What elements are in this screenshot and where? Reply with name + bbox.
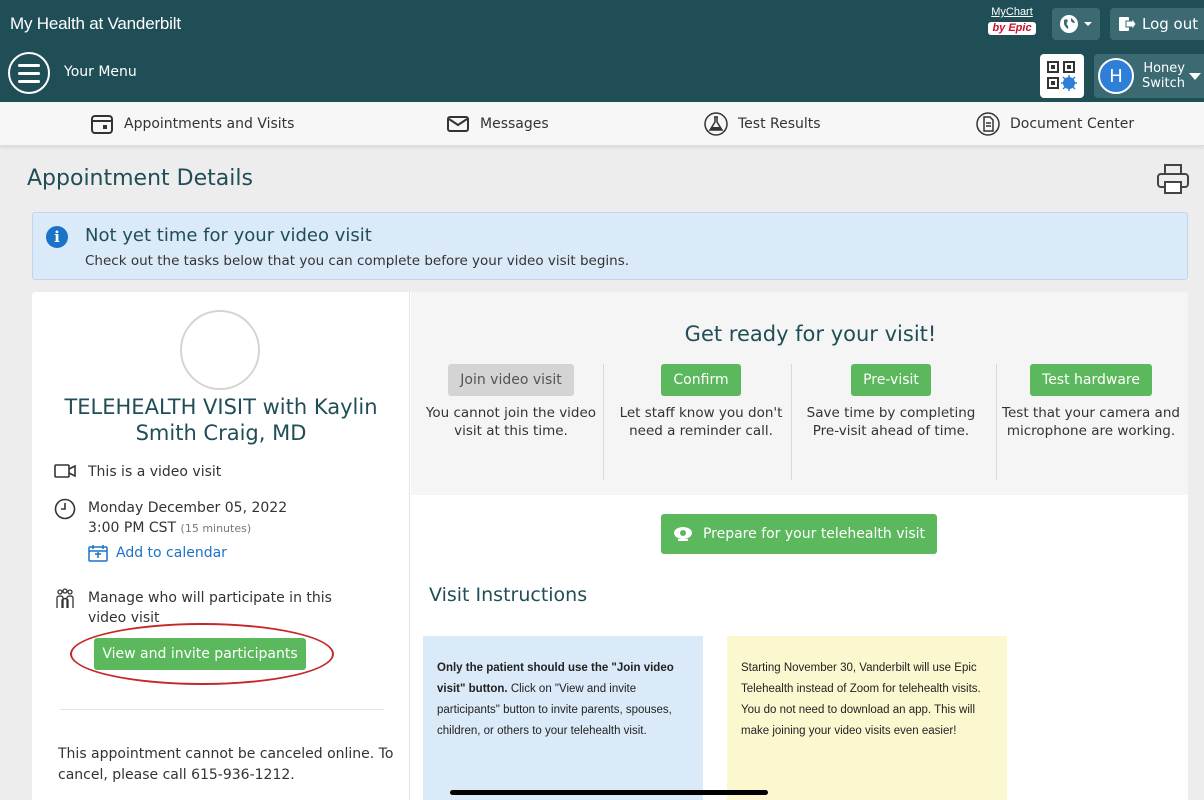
video-visit-text: This is a video visit [88, 464, 222, 480]
language-button[interactable] [1052, 8, 1100, 40]
quick-nav-bar: Appointments and Visits Messages Test Re… [0, 102, 1204, 146]
home-indicator [450, 790, 768, 795]
nav-appointments[interactable]: Appointments and Visits [90, 102, 294, 146]
people-group-icon [54, 588, 76, 628]
logout-button[interactable]: Log out [1110, 8, 1204, 40]
visit-actions-panel: Get ready for your visit! Join video vis… [411, 292, 1188, 800]
step-separator [791, 364, 792, 480]
qr-code-button[interactable] [1040, 54, 1084, 98]
qr-code-icon [1047, 61, 1077, 91]
visit-duration: (15 minutes) [180, 522, 252, 535]
step-previsit: Pre-visit Save time by completing Pre-vi… [801, 362, 981, 440]
step-join-video: Join video visit You cannot join the vid… [421, 362, 601, 440]
video-visit-row: This is a video visit [54, 462, 221, 482]
avatar: H [1098, 58, 1134, 94]
get-ready-title: Get ready for your visit! [684, 322, 937, 346]
alert-title: Not yet time for your video visit [85, 225, 372, 246]
video-camera-icon [54, 462, 76, 482]
nav-document-center[interactable]: Document Center [976, 102, 1134, 146]
visit-summary-panel: TELEHEALTH VISIT with Kaylin Smith Craig… [32, 292, 410, 800]
mychart-logo-text: MyChart [991, 6, 1033, 18]
appointment-card: TELEHEALTH VISIT with Kaylin Smith Craig… [32, 292, 1188, 800]
instruction-epic-text: Starting November 30, Vanderbilt will us… [741, 662, 981, 737]
envelope-icon [446, 112, 470, 136]
calendar-add-icon [88, 545, 108, 562]
add-to-calendar-link[interactable]: Add to calendar [88, 543, 287, 563]
get-ready-panel: Get ready for your visit! Join video vis… [411, 292, 1188, 495]
test-hardware-button[interactable]: Test hardware [1030, 364, 1152, 396]
pre-visit-text: Save time by completing Pre-visit ahead … [806, 405, 976, 439]
step-separator [996, 364, 997, 480]
nav-test-results-label: Test Results [738, 116, 821, 132]
visit-time-line: 3:00 PM CST (15 minutes) [88, 518, 287, 539]
logout-icon [1119, 16, 1136, 32]
step-separator [603, 364, 604, 480]
menu-button[interactable] [8, 52, 50, 94]
info-icon: i [46, 226, 68, 248]
prepare-telehealth-button[interactable]: Prepare for your telehealth visit [661, 514, 937, 554]
epic-logo-text: by Epic [988, 22, 1036, 35]
visit-time: 3:00 PM CST [88, 520, 177, 536]
globe-icon [1060, 15, 1078, 33]
nav-messages-label: Messages [480, 116, 549, 132]
nav-test-results[interactable]: Test Results [704, 102, 821, 146]
confirm-text: Let staff know you don't need a reminder… [619, 405, 783, 439]
top-header: My Health at Vanderbilt MyChart by Epic … [0, 0, 1204, 102]
printer-icon [1157, 164, 1189, 194]
test-hardware-text: Test that your camera and microphone are… [1002, 405, 1180, 439]
user-last-name: Switch [1142, 76, 1185, 91]
datetime-row: Monday December 05, 2022 3:00 PM CST (15… [54, 498, 287, 563]
brand-name[interactable]: My Health at Vanderbilt [10, 14, 181, 34]
nav-appointments-label: Appointments and Visits [124, 116, 295, 132]
confirm-button[interactable]: Confirm [661, 364, 741, 396]
prepare-telehealth-label: Prepare for your telehealth visit [702, 526, 926, 542]
add-to-calendar-label: Add to calendar [116, 545, 227, 561]
step-test-hardware: Test hardware Test that your camera and … [1001, 362, 1181, 440]
mychart-logo: MyChart by Epic [982, 6, 1042, 40]
page-title: Appointment Details [27, 166, 253, 191]
join-video-visit-button[interactable]: Join video visit [448, 364, 574, 396]
provider-photo [180, 310, 260, 390]
datetime-block: Monday December 05, 2022 3:00 PM CST (15… [88, 498, 287, 563]
menu-row: Your Menu H Honey Switch [0, 50, 1204, 102]
user-menu-button[interactable]: H Honey Switch [1094, 54, 1204, 98]
logout-label: Log out [1142, 15, 1199, 33]
info-alert: i Not yet time for your video visit Chec… [32, 212, 1188, 280]
visit-title: TELEHEALTH VISIT with Kaylin Smith Craig… [64, 395, 378, 445]
visit-date: Monday December 05, 2022 [88, 500, 288, 516]
user-name: Honey Switch [1142, 61, 1185, 91]
participants-row: Manage who will participate in this vide… [54, 588, 354, 628]
instruction-note-epic-telehealth: Starting November 30, Vanderbilt will us… [727, 636, 1007, 800]
document-icon [976, 112, 1000, 136]
instruction-note-participants: Only the patient should use the "Join vi… [423, 636, 703, 800]
menu-label[interactable]: Your Menu [64, 64, 137, 80]
cancel-info-text: This appointment cannot be canceled onli… [58, 746, 394, 783]
alert-text: Check out the tasks below that you can c… [85, 253, 630, 269]
user-first-name: Honey [1143, 61, 1185, 76]
join-video-text: You cannot join the video visit at this … [425, 405, 597, 439]
calendar-icon [90, 112, 114, 136]
pre-visit-button[interactable]: Pre-visit [851, 364, 931, 396]
webcam-icon [673, 527, 692, 541]
manage-participants-text: Manage who will participate in this vide… [88, 590, 332, 626]
clock-icon [54, 498, 76, 563]
hamburger-icon [18, 63, 40, 67]
flask-icon [704, 112, 728, 136]
visit-instructions-title: Visit Instructions [429, 584, 588, 606]
caret-down-icon [1188, 72, 1201, 80]
print-button[interactable] [1156, 163, 1190, 199]
nav-messages[interactable]: Messages [446, 102, 549, 146]
chevron-down-icon [1084, 22, 1092, 26]
view-invite-participants-button[interactable]: View and invite participants [94, 638, 306, 670]
step-confirm: Confirm Let staff know you don't need a … [611, 362, 791, 440]
nav-document-center-label: Document Center [1010, 116, 1135, 132]
divider [60, 709, 384, 710]
